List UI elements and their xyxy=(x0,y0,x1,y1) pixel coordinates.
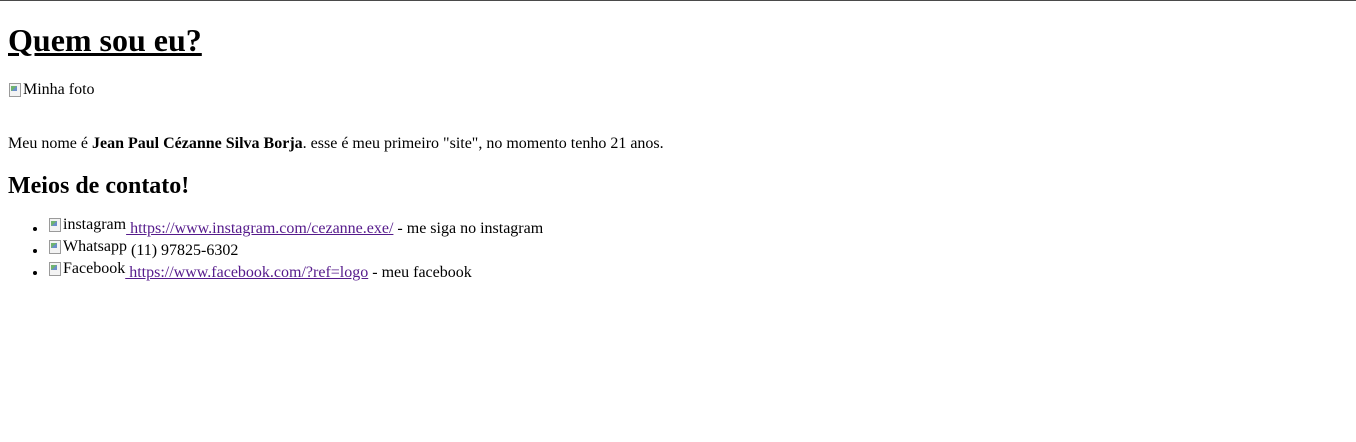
facebook-broken-image: Facebook xyxy=(48,260,125,278)
bio-name: Jean Paul Cézanne Silva Borja xyxy=(91,135,303,152)
broken-image-icon xyxy=(48,217,62,233)
broken-image-icon xyxy=(48,239,62,255)
contact-list: instagram https://www.instagram.com/ceza… xyxy=(8,216,1348,282)
page-body: Quem sou eu? Minha foto Meu nome é Jean … xyxy=(0,22,1356,282)
contact-item-whatsapp: Whatsapp (11) 97825-6302 xyxy=(48,238,1348,260)
whatsapp-icon-alt: Whatsapp xyxy=(63,238,127,255)
instagram-broken-image: instagram xyxy=(48,216,126,234)
facebook-link[interactable]: https://www.facebook.com/?ref=logo xyxy=(125,264,368,281)
facebook-icon-alt: Facebook xyxy=(63,260,126,277)
profile-photo-alt: Minha foto xyxy=(23,81,95,98)
profile-photo-broken-image: Minha foto xyxy=(8,81,95,99)
broken-image-icon xyxy=(48,261,62,277)
instagram-note: - me siga no instagram xyxy=(393,220,544,237)
whatsapp-number: (11) 97825-6302 xyxy=(126,242,239,259)
page-title: Quem sou eu? xyxy=(8,22,202,58)
contact-item-facebook: Facebook https://www.facebook.com/?ref=l… xyxy=(48,260,1348,282)
instagram-icon-alt: instagram xyxy=(63,216,127,233)
contact-item-instagram: instagram https://www.instagram.com/ceza… xyxy=(48,216,1348,238)
bio-suffix: . esse é meu primeiro "site", no momento… xyxy=(302,135,664,152)
bio-paragraph: Meu nome é Jean Paul Cézanne Silva Borja… xyxy=(8,135,1348,153)
broken-image-icon xyxy=(8,82,22,98)
contact-heading: Meios de contato! xyxy=(8,173,190,199)
whatsapp-broken-image: Whatsapp xyxy=(48,238,127,256)
bio-prefix: Meu nome é xyxy=(8,135,92,152)
profile-photo: Minha foto xyxy=(8,81,1348,103)
facebook-note: - meu facebook xyxy=(368,264,472,281)
instagram-link[interactable]: https://www.instagram.com/cezanne.exe/ xyxy=(126,220,393,237)
